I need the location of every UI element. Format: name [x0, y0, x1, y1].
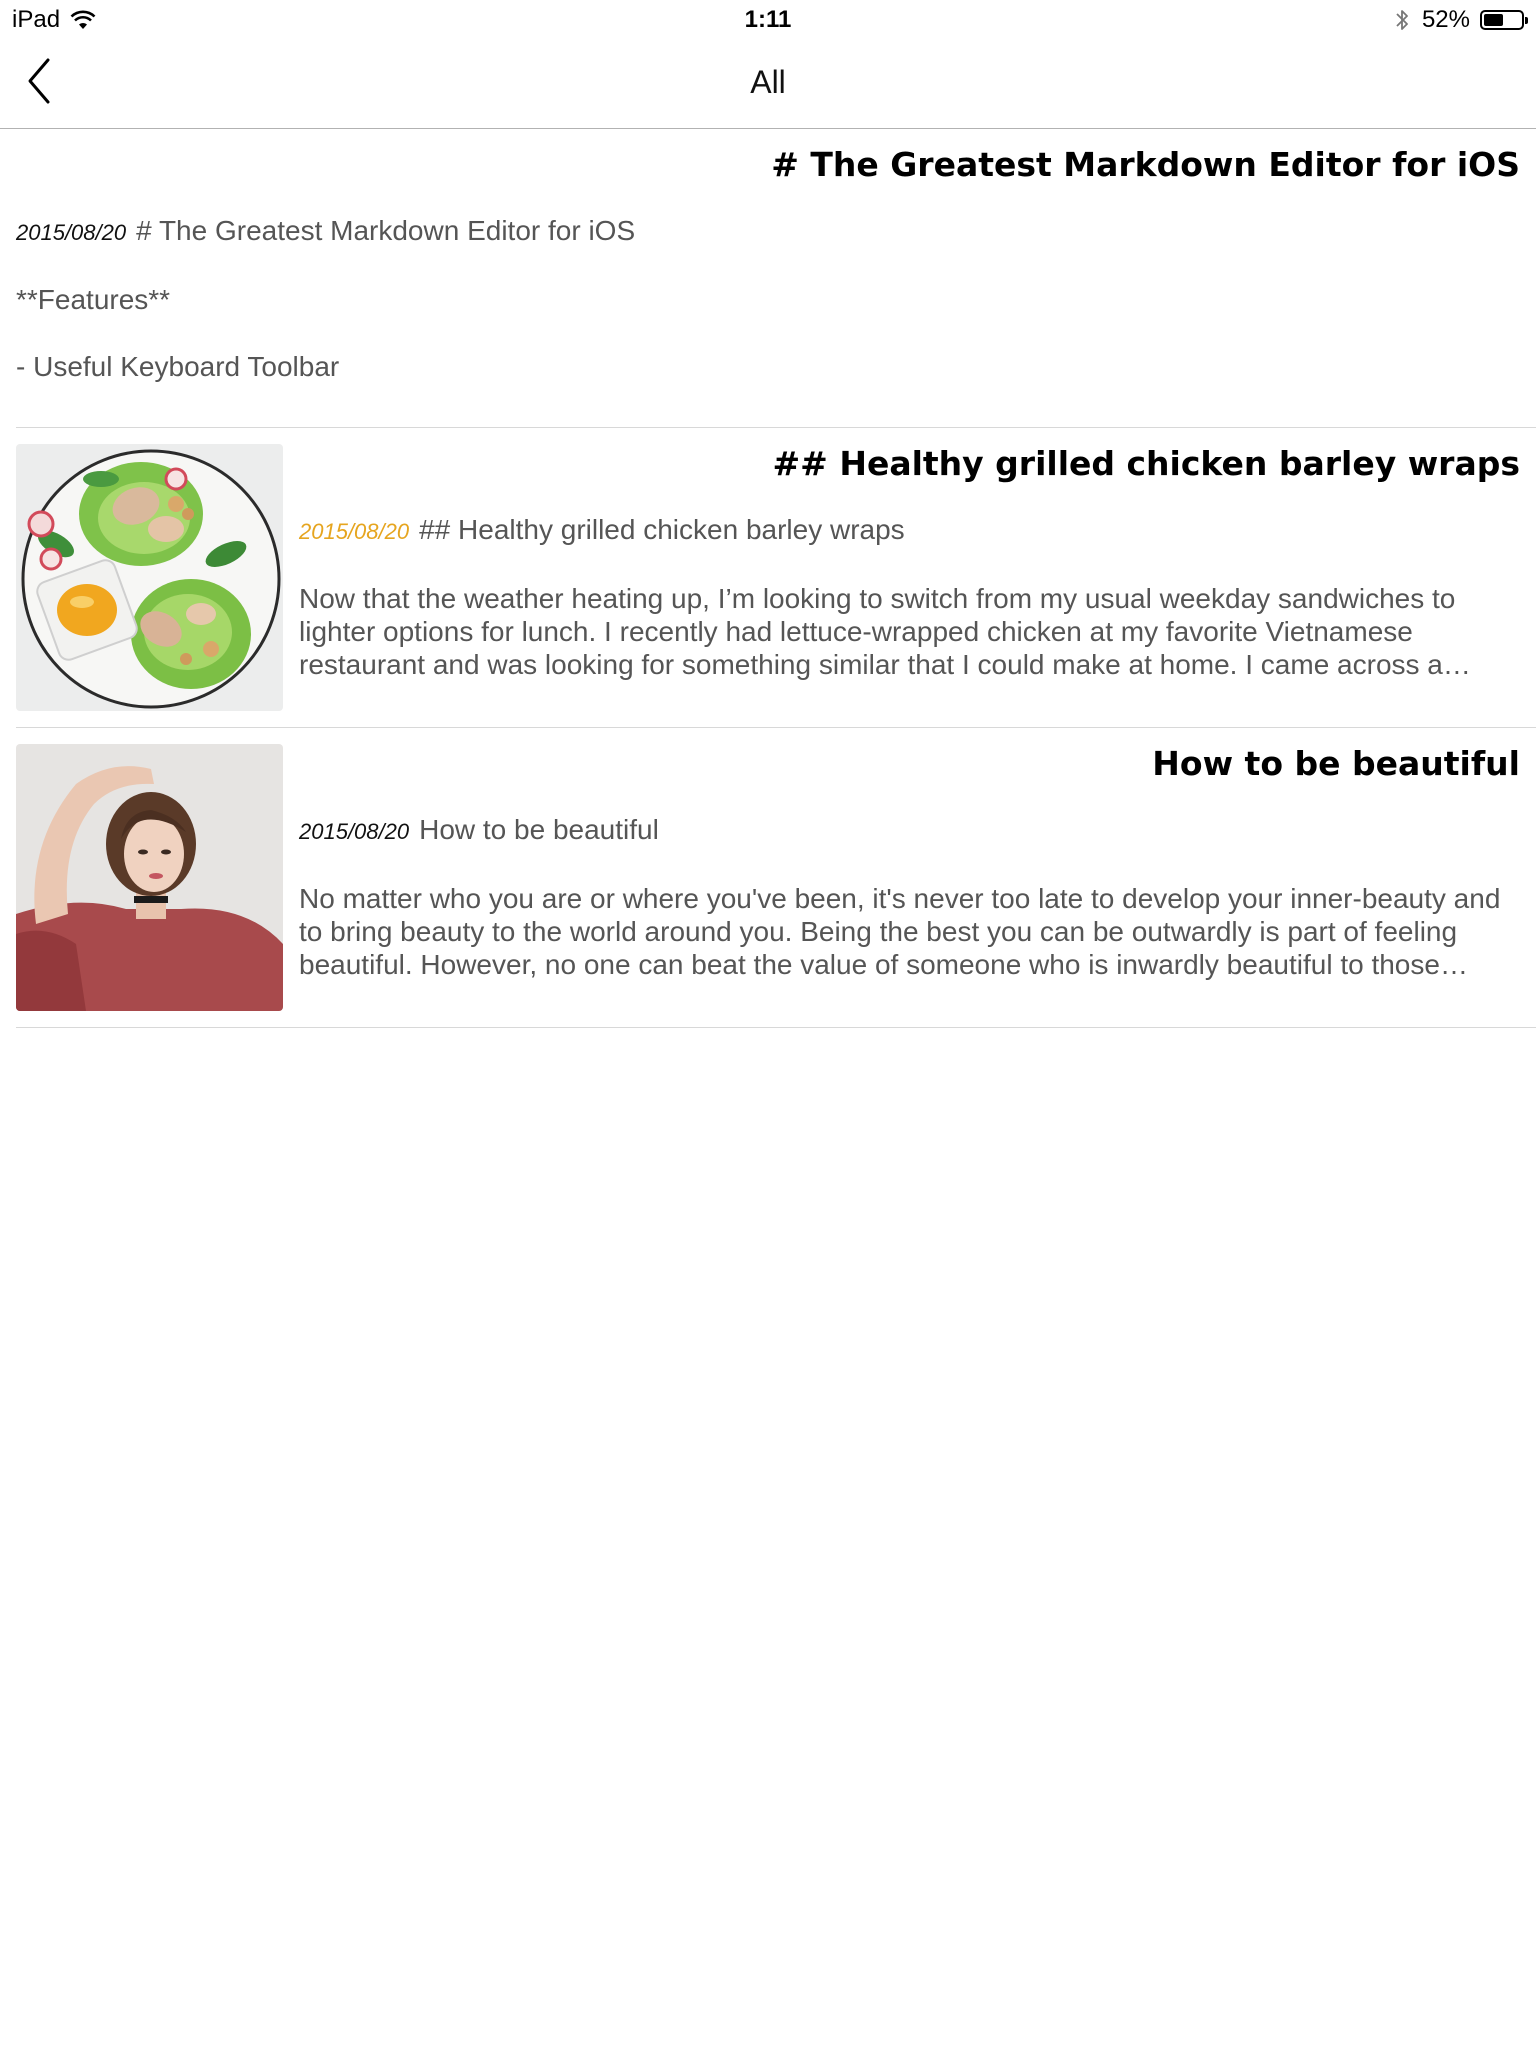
preview-first-line: 2015/08/20 # The Greatest Markdown Editor… [16, 214, 1520, 249]
portrait-thumbnail [16, 744, 283, 1011]
item-preview: 2015/08/20 ## Healthy grilled chicken bar… [299, 513, 1520, 681]
status-time: 1:11 [744, 6, 792, 33]
preview-line: **Features** [16, 284, 171, 315]
preview-excerpt: No matter who you are or where you've be… [299, 883, 1501, 980]
status-right: 52% [1394, 6, 1528, 34]
item-title: How to be beautiful [1152, 744, 1520, 783]
preview-first-line: 2015/08/20 How to be beautiful [299, 813, 1520, 848]
list-item[interactable]: How to be beautiful 2015/08/20 How to be … [16, 728, 1536, 1028]
preview-excerpt: Now that the weather heating up, I’m loo… [299, 583, 1456, 680]
page-title: All [750, 64, 786, 100]
item-date: 2015/08/20 [299, 519, 410, 544]
document-list: # The Greatest Markdown Editor for iOS 2… [0, 129, 1536, 1028]
item-preview: 2015/08/20 How to be beautiful No matter … [299, 813, 1520, 981]
preview-heading: How to be beautiful [419, 814, 659, 845]
item-date: 2015/08/20 [16, 220, 127, 245]
preview-heading: ## Healthy grilled chicken barley wraps [419, 514, 905, 545]
nav-bar: All [0, 40, 1536, 129]
preview-line: - Useful Keyboard Toolbar [16, 351, 340, 382]
portrait-image [16, 744, 283, 1011]
status-bar: iPad 1:11 52% [0, 0, 1536, 40]
battery-fill [1484, 14, 1503, 26]
item-preview: 2015/08/20 # The Greatest Markdown Editor… [16, 214, 1520, 383]
preview-first-line: 2015/08/20 ## Healthy grilled chicken bar… [299, 513, 1520, 548]
battery-cap [1525, 17, 1528, 24]
battery-icon [1480, 10, 1528, 30]
bluetooth-icon [1396, 10, 1408, 30]
food-image [16, 444, 283, 711]
preview-heading: # The Greatest Markdown Editor for iOS [136, 215, 636, 246]
item-title: # The Greatest Markdown Editor for iOS [771, 145, 1520, 184]
item-title: ## Healthy grilled chicken barley wraps [772, 444, 1520, 483]
list-item[interactable]: ## Healthy grilled chicken barley wraps … [16, 428, 1536, 728]
item-date: 2015/08/20 [299, 819, 410, 844]
battery-percent: 52% [1421, 6, 1470, 33]
list-item[interactable]: # The Greatest Markdown Editor for iOS 2… [16, 129, 1536, 428]
food-thumbnail [16, 444, 283, 711]
